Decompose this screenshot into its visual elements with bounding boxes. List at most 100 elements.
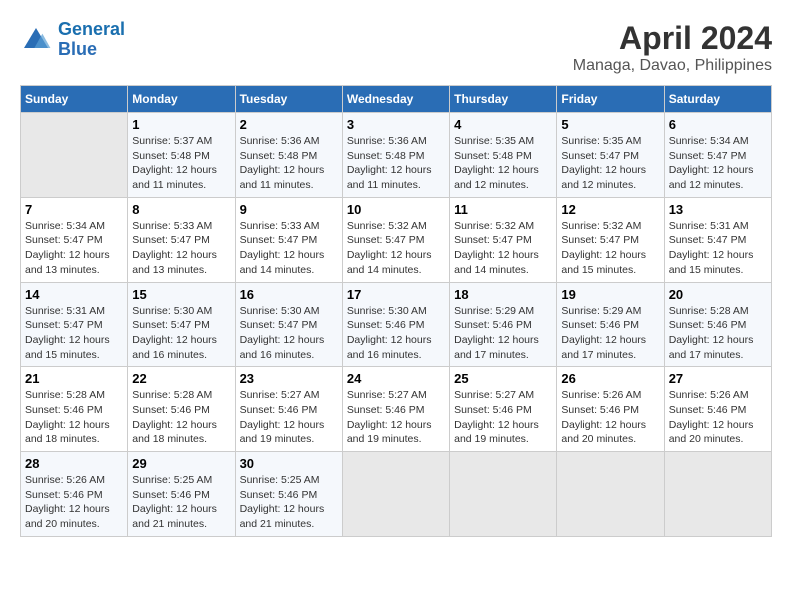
logo-text: General Blue — [58, 20, 125, 60]
day-number: 3 — [347, 117, 445, 132]
calendar-cell: 6Sunrise: 5:34 AM Sunset: 5:47 PM Daylig… — [664, 113, 771, 198]
calendar-cell: 17Sunrise: 5:30 AM Sunset: 5:46 PM Dayli… — [342, 282, 449, 367]
calendar-cell: 27Sunrise: 5:26 AM Sunset: 5:46 PM Dayli… — [664, 367, 771, 452]
day-info: Sunrise: 5:27 AM Sunset: 5:46 PM Dayligh… — [240, 388, 338, 447]
calendar-week-row: 28 Sunrise: 5:26 AM Sunset: 5:46 PM Dayli… — [21, 452, 772, 537]
calendar-week-row: 1 Sunrise: 5:37 AM Sunset: 5:48 PM Daylig… — [21, 113, 772, 198]
calendar-cell: 5 Sunrise: 5:35 AM Sunset: 5:47 PM Daylig… — [557, 113, 664, 198]
calendar-cell: 18 Sunrise: 5:29 AM Sunset: 5:46 PM Dayli… — [450, 282, 557, 367]
day-info: Sunrise: 5:33 AM Sunset: 5:47 PM Dayligh… — [132, 219, 230, 278]
calendar-cell: 21Sunrise: 5:28 AM Sunset: 5:46 PM Dayli… — [21, 367, 128, 452]
calendar-cell: 10 Sunrise: 5:32 AM Sunset: 5:47 PM Dayli… — [342, 197, 449, 282]
calendar-cell: 25 Sunrise: 5:27 AM Sunset: 5:46 PM Dayli… — [450, 367, 557, 452]
day-info: Sunrise: 5:25 AM Sunset: 5:46 PM Dayligh… — [240, 473, 338, 532]
day-number: 12 — [561, 202, 659, 217]
day-number: 28 — [25, 456, 123, 471]
day-number: 16 — [240, 287, 338, 302]
calendar-cell: 12 Sunrise: 5:32 AM Sunset: 5:47 PM Dayli… — [557, 197, 664, 282]
calendar-cell: 19Sunrise: 5:29 AM Sunset: 5:46 PM Dayli… — [557, 282, 664, 367]
calendar-cell: 22Sunrise: 5:28 AM Sunset: 5:46 PM Dayli… — [128, 367, 235, 452]
day-info: Sunrise: 5:30 AM Sunset: 5:46 PM Dayligh… — [347, 304, 445, 363]
calendar-header-day: Thursday — [450, 86, 557, 113]
day-number: 8 — [132, 202, 230, 217]
calendar-cell: 13 Sunrise: 5:31 AM Sunset: 5:47 PM Dayli… — [664, 197, 771, 282]
day-number: 26 — [561, 371, 659, 386]
day-info: Sunrise: 5:35 AM Sunset: 5:47 PM Dayligh… — [561, 134, 659, 193]
day-info: Sunrise: 5:26 AM Sunset: 5:46 PM Dayligh… — [669, 388, 767, 447]
day-info: Sunrise: 5:26 AM Sunset: 5:46 PM Dayligh… — [25, 473, 123, 532]
day-number: 23 — [240, 371, 338, 386]
calendar-cell: 2 Sunrise: 5:36 AM Sunset: 5:48 PM Daylig… — [235, 113, 342, 198]
calendar-cell — [450, 452, 557, 537]
day-info: Sunrise: 5:36 AM Sunset: 5:48 PM Dayligh… — [240, 134, 338, 193]
calendar-cell: 15Sunrise: 5:30 AM Sunset: 5:47 PM Dayli… — [128, 282, 235, 367]
day-number: 14 — [25, 287, 123, 302]
calendar-cell — [342, 452, 449, 537]
day-number: 13 — [669, 202, 767, 217]
calendar-cell: 1 Sunrise: 5:37 AM Sunset: 5:48 PM Daylig… — [128, 113, 235, 198]
day-info: Sunrise: 5:35 AM Sunset: 5:48 PM Dayligh… — [454, 134, 552, 193]
calendar-cell — [664, 452, 771, 537]
day-number: 11 — [454, 202, 552, 217]
calendar-cell: 4 Sunrise: 5:35 AM Sunset: 5:48 PM Daylig… — [450, 113, 557, 198]
day-number: 4 — [454, 117, 552, 132]
day-number: 15 — [132, 287, 230, 302]
calendar-week-row: 7 Sunrise: 5:34 AM Sunset: 5:47 PM Daylig… — [21, 197, 772, 282]
calendar-cell: 3 Sunrise: 5:36 AM Sunset: 5:48 PM Daylig… — [342, 113, 449, 198]
day-info: Sunrise: 5:37 AM Sunset: 5:48 PM Dayligh… — [132, 134, 230, 193]
calendar-cell: 26Sunrise: 5:26 AM Sunset: 5:46 PM Dayli… — [557, 367, 664, 452]
day-info: Sunrise: 5:27 AM Sunset: 5:46 PM Dayligh… — [347, 388, 445, 447]
day-info: Sunrise: 5:28 AM Sunset: 5:46 PM Dayligh… — [25, 388, 123, 447]
day-info: Sunrise: 5:25 AM Sunset: 5:46 PM Dayligh… — [132, 473, 230, 532]
title-block: April 2024 Managa, Davao, Philippines — [573, 20, 772, 75]
day-number: 10 — [347, 202, 445, 217]
day-number: 6 — [669, 117, 767, 132]
day-info: Sunrise: 5:34 AM Sunset: 5:47 PM Dayligh… — [25, 219, 123, 278]
calendar-cell: 7 Sunrise: 5:34 AM Sunset: 5:47 PM Daylig… — [21, 197, 128, 282]
logo-line1: General — [58, 19, 125, 39]
calendar-week-row: 21Sunrise: 5:28 AM Sunset: 5:46 PM Dayli… — [21, 367, 772, 452]
calendar-cell — [557, 452, 664, 537]
day-number: 5 — [561, 117, 659, 132]
calendar-cell: 11 Sunrise: 5:32 AM Sunset: 5:47 PM Dayli… — [450, 197, 557, 282]
day-number: 25 — [454, 371, 552, 386]
day-info: Sunrise: 5:32 AM Sunset: 5:47 PM Dayligh… — [561, 219, 659, 278]
logo: General Blue — [20, 20, 125, 60]
day-number: 29 — [132, 456, 230, 471]
day-info: Sunrise: 5:27 AM Sunset: 5:46 PM Dayligh… — [454, 388, 552, 447]
day-info: Sunrise: 5:29 AM Sunset: 5:46 PM Dayligh… — [454, 304, 552, 363]
calendar-cell: 14 Sunrise: 5:31 AM Sunset: 5:47 PM Dayli… — [21, 282, 128, 367]
calendar-cell: 8 Sunrise: 5:33 AM Sunset: 5:47 PM Daylig… — [128, 197, 235, 282]
day-number: 18 — [454, 287, 552, 302]
day-info: Sunrise: 5:31 AM Sunset: 5:47 PM Dayligh… — [669, 219, 767, 278]
calendar-week-row: 14 Sunrise: 5:31 AM Sunset: 5:47 PM Dayli… — [21, 282, 772, 367]
day-number: 30 — [240, 456, 338, 471]
day-number: 9 — [240, 202, 338, 217]
day-info: Sunrise: 5:32 AM Sunset: 5:47 PM Dayligh… — [347, 219, 445, 278]
calendar-cell: 23 Sunrise: 5:27 AM Sunset: 5:46 PM Dayli… — [235, 367, 342, 452]
day-number: 7 — [25, 202, 123, 217]
calendar-header-day: Friday — [557, 86, 664, 113]
logo-icon — [20, 24, 52, 56]
day-info: Sunrise: 5:31 AM Sunset: 5:47 PM Dayligh… — [25, 304, 123, 363]
day-info: Sunrise: 5:28 AM Sunset: 5:46 PM Dayligh… — [669, 304, 767, 363]
day-number: 20 — [669, 287, 767, 302]
calendar-cell: 29 Sunrise: 5:25 AM Sunset: 5:46 PM Dayli… — [128, 452, 235, 537]
calendar-header-day: Monday — [128, 86, 235, 113]
subtitle: Managa, Davao, Philippines — [573, 57, 772, 75]
page-header: General Blue April 2024 Managa, Davao, P… — [20, 20, 772, 75]
calendar-table: SundayMondayTuesdayWednesdayThursdayFrid… — [20, 85, 772, 537]
day-info: Sunrise: 5:32 AM Sunset: 5:47 PM Dayligh… — [454, 219, 552, 278]
calendar-cell: 20 Sunrise: 5:28 AM Sunset: 5:46 PM Dayli… — [664, 282, 771, 367]
day-info: Sunrise: 5:29 AM Sunset: 5:46 PM Dayligh… — [561, 304, 659, 363]
calendar-header-day: Tuesday — [235, 86, 342, 113]
calendar-cell: 28 Sunrise: 5:26 AM Sunset: 5:46 PM Dayli… — [21, 452, 128, 537]
day-info: Sunrise: 5:28 AM Sunset: 5:46 PM Dayligh… — [132, 388, 230, 447]
day-info: Sunrise: 5:36 AM Sunset: 5:48 PM Dayligh… — [347, 134, 445, 193]
calendar-cell — [21, 113, 128, 198]
day-number: 2 — [240, 117, 338, 132]
day-number: 24 — [347, 371, 445, 386]
calendar-header-row: SundayMondayTuesdayWednesdayThursdayFrid… — [21, 86, 772, 113]
calendar-header-day: Sunday — [21, 86, 128, 113]
day-number: 1 — [132, 117, 230, 132]
